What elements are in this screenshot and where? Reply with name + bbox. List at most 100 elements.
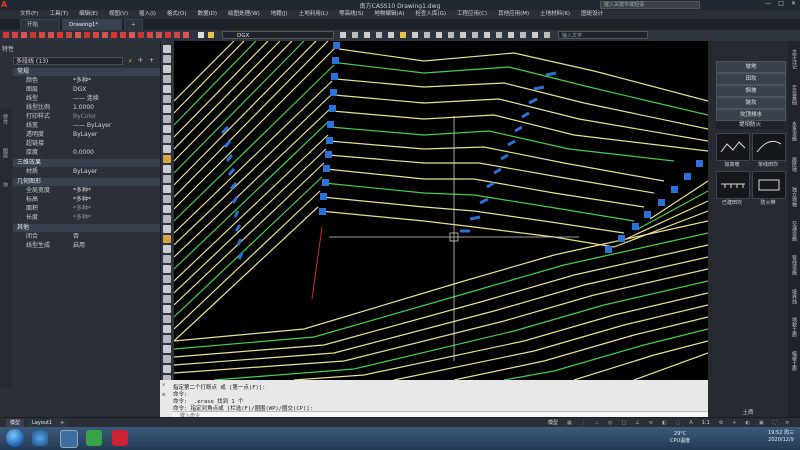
chamfer-icon[interactable] (163, 365, 171, 373)
paste-icon[interactable] (75, 32, 81, 38)
prop-row-elevation[interactable]: 标高 *多种* (13, 196, 158, 204)
break-icon[interactable] (163, 345, 171, 353)
polar-icon[interactable]: ◎ (608, 419, 612, 427)
side-tab-layers[interactable]: 图层 (2, 148, 9, 158)
built-ridge-symbol[interactable] (716, 171, 750, 199)
menu-check[interactable]: 检查入库(G) (415, 10, 446, 19)
command-settings-icon[interactable]: ⚙ (162, 392, 165, 398)
grip[interactable] (331, 73, 338, 80)
close-button[interactable]: ✕ (791, 0, 796, 10)
zoom-prev-icon[interactable] (120, 32, 126, 38)
start-button[interactable] (6, 429, 24, 447)
steep-bank-button[interactable]: 陡坎 (716, 97, 786, 109)
grip[interactable] (330, 89, 337, 96)
grip[interactable] (671, 186, 678, 193)
arc-icon[interactable] (163, 95, 171, 103)
xline-icon[interactable] (163, 55, 171, 63)
slope-button[interactable]: 斜坡 (716, 85, 786, 97)
extend-icon[interactable] (163, 335, 171, 343)
insert-block-icon[interactable] (163, 155, 171, 163)
command-search-input[interactable]: 输入文字 (558, 31, 648, 39)
join-icon[interactable] (163, 355, 171, 363)
erase-icon[interactable] (163, 235, 171, 243)
scale-icon[interactable] (163, 305, 171, 313)
firebreak-symbol[interactable] (752, 171, 786, 199)
grip[interactable] (320, 193, 327, 200)
maximize-button[interactable]: □ (778, 0, 784, 10)
plus-icon[interactable]: + (732, 419, 736, 427)
prop-row-global-width[interactable]: 全局宽度 *多种* (13, 187, 158, 195)
tab-independent[interactable]: 独立地物 (791, 187, 798, 207)
raised-slope-symbol[interactable] (716, 133, 750, 161)
offset-icon[interactable] (163, 265, 171, 273)
layer-off-icon[interactable] (352, 32, 358, 38)
side-tab-properties[interactable]: 特性 (2, 114, 9, 124)
layer-prev-icon[interactable] (340, 32, 346, 38)
layer-iso-icon[interactable] (364, 32, 370, 38)
menu-contour[interactable]: 等高线(S) (339, 10, 363, 19)
grip[interactable] (658, 199, 665, 206)
undo-icon[interactable] (39, 32, 45, 38)
prop-row-closed[interactable]: 闭合否 (13, 233, 158, 241)
design-center-icon[interactable] (138, 32, 144, 38)
drawing-canvas[interactable] (174, 41, 708, 380)
calc-icon[interactable] (174, 32, 180, 38)
hatch-icon[interactable] (163, 185, 171, 193)
prop-row-area[interactable]: 面积 *多种* (13, 205, 158, 213)
grip[interactable] (325, 151, 332, 158)
wechat-icon[interactable] (86, 430, 102, 446)
customize-icon[interactable]: ≡ (785, 419, 789, 427)
selection-dropdown[interactable]: 多段线 (13) (13, 57, 123, 65)
layer-manager-icon[interactable] (198, 32, 204, 38)
grid-icon[interactable]: ▦ (567, 419, 572, 427)
layer-match-icon[interactable] (400, 32, 406, 38)
table-icon[interactable] (163, 215, 171, 223)
layer-on-icon[interactable] (496, 32, 502, 38)
tab-model[interactable]: 模型 (6, 419, 25, 427)
circle-icon[interactable] (163, 105, 171, 113)
transparency-icon[interactable]: ◧ (662, 419, 667, 427)
layer-walk-icon[interactable] (412, 32, 418, 38)
layer-merge-icon[interactable] (424, 32, 430, 38)
spline-icon[interactable] (163, 125, 171, 133)
array-icon[interactable] (163, 275, 171, 283)
layer-copy-icon[interactable] (508, 32, 514, 38)
menu-data[interactable]: 数据(D) (198, 10, 218, 19)
pan-icon[interactable] (93, 32, 99, 38)
lineweight-icon[interactable]: ≡ (649, 419, 653, 427)
layer-delete-icon[interactable] (436, 32, 442, 38)
point-icon[interactable] (163, 175, 171, 183)
tab-water-system[interactable]: 水系设施 (791, 121, 798, 141)
print-icon[interactable] (30, 32, 36, 38)
grip[interactable] (327, 121, 334, 128)
menu-insert[interactable]: 插入(I) (139, 10, 156, 19)
ortho-icon[interactable]: ⊥ (595, 419, 599, 427)
stretch-icon[interactable] (163, 315, 171, 323)
grip[interactable] (329, 105, 336, 112)
menu-format[interactable]: 格式(O) (167, 10, 187, 19)
layer-unisolate-icon[interactable] (460, 32, 466, 38)
zoom-window-icon[interactable] (111, 32, 117, 38)
prop-row-material[interactable]: 材质 ByLayer (13, 168, 158, 176)
single-ridge-symbol[interactable] (752, 133, 786, 161)
menu-tools[interactable]: 工具(T) (49, 10, 68, 19)
tab-residential[interactable]: 居民地 (791, 157, 798, 172)
grip[interactable] (322, 179, 329, 186)
section-3d[interactable]: 三维效果 (13, 159, 160, 167)
otrack-icon[interactable]: ∠ (635, 419, 639, 427)
grip[interactable] (323, 165, 330, 172)
menu-drawing[interactable]: 绘图处理(W) (228, 10, 260, 19)
help-icon[interactable] (183, 32, 189, 38)
grip[interactable] (696, 160, 703, 167)
prop-row-ltscale[interactable]: 线型比例 1.0000 (13, 104, 158, 112)
copy-obj-icon[interactable] (163, 245, 171, 253)
layer-lock-icon[interactable] (388, 32, 394, 38)
model-space-toggle[interactable]: 模型 (548, 419, 558, 427)
section-geometry[interactable]: 几何图形 (13, 178, 160, 186)
file-explorer-icon[interactable] (60, 430, 78, 448)
prop-row-length[interactable]: 长度 *多种* (13, 214, 158, 222)
open-icon[interactable] (12, 32, 18, 38)
selection-cycle-icon[interactable]: ⬚ (676, 419, 681, 427)
tab-transport[interactable]: 交通设施 (791, 221, 798, 241)
tab-landform[interactable]: 地貌土质 (791, 317, 798, 337)
